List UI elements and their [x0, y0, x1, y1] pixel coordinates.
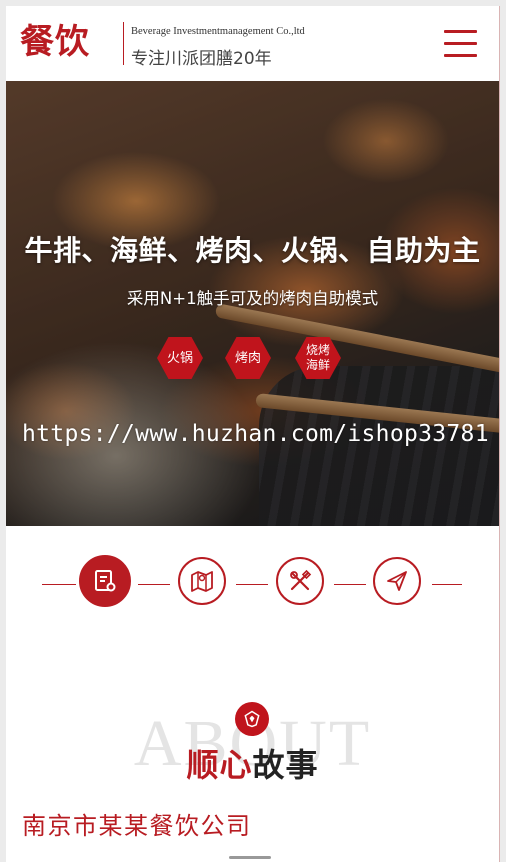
paper-plane-icon [387, 571, 407, 591]
step-connector [334, 584, 366, 585]
step-send-button[interactable] [373, 557, 421, 605]
home-indicator [229, 856, 271, 859]
logo-slogan: 专注川派团膳20年 [131, 49, 272, 69]
step-menu-button[interactable] [79, 555, 131, 607]
company-name: 南京市某某餐饮公司 [22, 812, 252, 840]
menu-bar [444, 42, 477, 45]
hamburger-menu-icon[interactable] [444, 28, 477, 58]
step-connector [432, 584, 462, 585]
about-title: 顺心故事 [6, 740, 499, 786]
menu-bar [444, 30, 477, 33]
watermark-url: https://www.huzhan.com/ishop33781 [22, 421, 489, 447]
about-title-accent: 顺心 [186, 746, 253, 784]
site-header: 餐饮 Beverage Investmentmanagement Co.,ltd… [6, 6, 499, 81]
hero-subtitle: 采用N+1触手可及的烤肉自助模式 [126, 289, 379, 308]
logo-chinese[interactable]: 餐饮 [20, 22, 90, 62]
menu-list-icon [95, 570, 116, 592]
logo-divider [123, 22, 124, 65]
tag-label: 火锅 [166, 350, 193, 366]
page-frame: 餐饮 Beverage Investmentmanagement Co.,ltd… [6, 6, 500, 862]
step-connector [42, 584, 76, 585]
tag-label: 烤肉 [234, 350, 261, 366]
about-title-rest: 故事 [252, 746, 319, 784]
map-icon [191, 571, 213, 592]
hero-title: 牛排、海鲜、烤肉、火锅、自助为主 [24, 234, 481, 267]
step-connector [138, 584, 170, 585]
hero-banner[interactable]: 牛排、海鲜、烤肉、火锅、自助为主 采用N+1触手可及的烤肉自助模式 火锅 烤肉 … [6, 81, 499, 526]
step-map-button[interactable] [178, 557, 226, 605]
step-connector [236, 584, 268, 585]
utensils-icon [290, 569, 312, 591]
feature-steps [6, 546, 499, 626]
tag-label: 烧烤海鲜 [305, 343, 330, 372]
logo-english: Beverage Investmentmanagement Co.,ltd [131, 26, 305, 37]
shield-badge-icon [244, 710, 260, 728]
menu-bar [444, 54, 477, 57]
about-emblem-icon [235, 702, 269, 736]
step-utensils-button[interactable] [276, 557, 324, 605]
about-section: ABOUT 顺心故事 南京市某某餐饮公司 [6, 686, 499, 862]
